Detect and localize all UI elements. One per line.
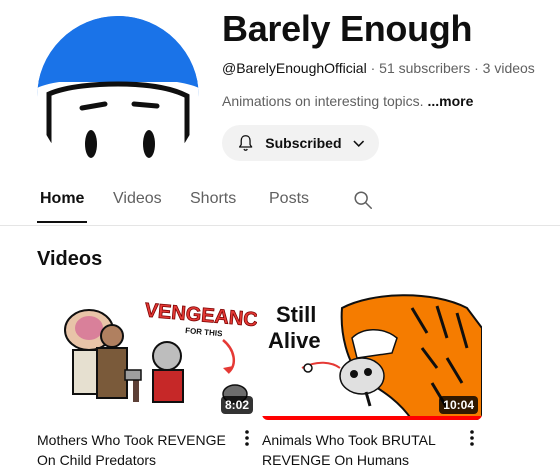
video-card: Still Alive 10:04 Animals Who Took BRUTA… <box>262 288 482 468</box>
subscribed-button[interactable]: Subscribed <box>222 125 379 161</box>
channel-name: Barely Enough <box>222 8 473 49</box>
channel-tabs: Home Videos Shorts Posts <box>0 186 560 226</box>
meta-separator: · <box>470 60 483 76</box>
avatar-face-image <box>37 16 199 178</box>
tab-posts[interactable]: Posts <box>269 190 309 208</box>
active-tab-indicator <box>37 221 87 223</box>
video-duration: 10:04 <box>439 396 478 414</box>
watch-progress-bar <box>262 416 482 420</box>
video-card: VENGEANCE FOR THIS 8:02 Mothers Who Took… <box>37 288 257 468</box>
video-title[interactable]: Animals Who Took BRUTAL REVENGE On Human… <box>262 430 458 470</box>
chevron-down-icon <box>352 140 364 147</box>
subscribed-label: Subscribed <box>265 135 342 151</box>
channel-meta: @BarelyEnoughOfficial · 51 subscribers ·… <box>222 60 535 76</box>
more-link[interactable]: ...more <box>427 93 473 109</box>
bell-icon <box>238 135 253 151</box>
video-thumbnail[interactable]: Still Alive 10:04 <box>262 288 482 420</box>
more-vert-icon[interactable] <box>239 428 255 448</box>
meta-separator: · <box>366 60 380 76</box>
tab-home[interactable]: Home <box>40 190 84 208</box>
video-title[interactable]: Mothers Who Took REVENGE On Child Predat… <box>37 430 233 470</box>
channel-handle: @BarelyEnoughOfficial <box>222 60 367 76</box>
subscriber-count: 51 subscribers <box>379 60 471 76</box>
video-count: 3 videos <box>482 60 535 76</box>
search-icon[interactable] <box>352 189 374 211</box>
more-vert-icon[interactable] <box>464 428 480 448</box>
thumbnail-still-text: Still <box>276 302 316 327</box>
channel-avatar[interactable] <box>37 16 199 178</box>
thumbnail-alive-text: Alive <box>268 328 321 353</box>
section-title: Videos <box>37 248 103 270</box>
channel-description: Animations on interesting topics. ...mor… <box>222 93 473 109</box>
description-text: Animations on interesting topics. <box>222 93 428 109</box>
tab-shorts[interactable]: Shorts <box>190 190 236 208</box>
video-thumbnail[interactable]: VENGEANCE FOR THIS 8:02 <box>37 288 257 420</box>
tab-videos[interactable]: Videos <box>113 190 162 208</box>
video-duration: 8:02 <box>220 396 253 414</box>
tabs-divider <box>0 225 560 226</box>
